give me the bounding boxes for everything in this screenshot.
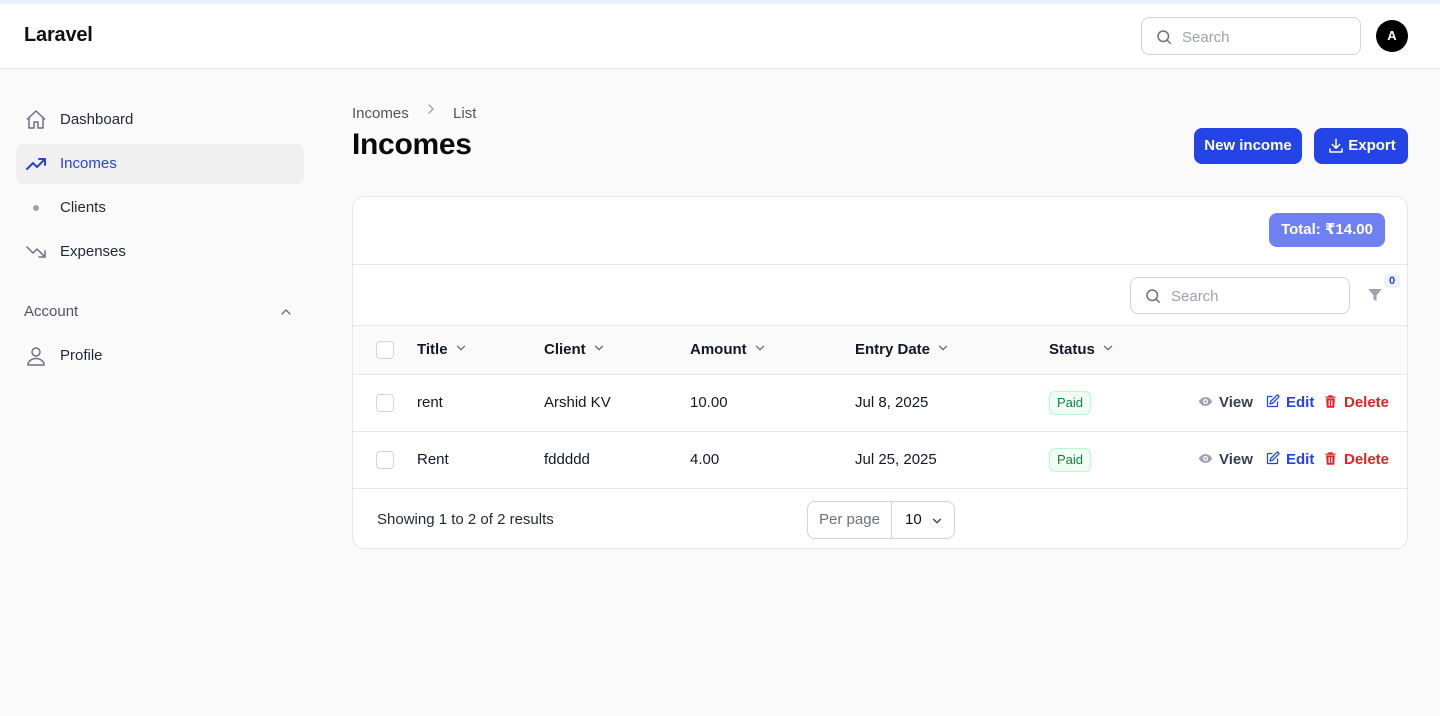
sidebar-item-label: Profile bbox=[60, 347, 103, 364]
incomes-table-card: Total: ₹14.00 0 Title Client Amount Entr… bbox=[352, 196, 1408, 549]
sidebar-item-expenses[interactable]: Expenses bbox=[16, 232, 304, 272]
edit-label: Edit bbox=[1286, 394, 1315, 411]
topbar: Laravel A bbox=[0, 4, 1440, 69]
per-page-label: Per page bbox=[808, 502, 892, 538]
row-checkbox[interactable] bbox=[376, 451, 394, 469]
trash-icon bbox=[1325, 452, 1336, 465]
chevron-down-icon bbox=[594, 345, 603, 351]
delete-label: Delete bbox=[1344, 394, 1390, 411]
chevron-right-icon bbox=[428, 104, 434, 114]
row-checkbox[interactable] bbox=[376, 394, 394, 412]
sidebar-group-label: Account bbox=[24, 303, 79, 320]
column-header-entry-date[interactable]: Entry Date bbox=[855, 341, 950, 358]
column-label: Client bbox=[544, 341, 586, 358]
sidebar-item-label: Clients bbox=[60, 199, 106, 216]
home-icon bbox=[26, 110, 46, 129]
download-icon bbox=[1329, 138, 1343, 153]
brand-logo[interactable]: Laravel bbox=[24, 24, 93, 47]
sidebar-item-dashboard[interactable]: Dashboard bbox=[16, 100, 304, 140]
column-header-client[interactable]: Client bbox=[544, 341, 606, 358]
sidebar: Dashboard Incomes Clients Expenses Accou… bbox=[16, 100, 304, 380]
delete-action[interactable]: Delete bbox=[1323, 451, 1389, 468]
trending-up-icon bbox=[26, 158, 46, 170]
delete-action[interactable]: Delete bbox=[1323, 394, 1389, 411]
view-action[interactable]: View bbox=[1198, 451, 1253, 468]
edit-icon bbox=[1266, 451, 1280, 465]
view-label: View bbox=[1219, 394, 1253, 411]
cell-title: rent bbox=[417, 394, 443, 411]
column-header-title[interactable]: Title bbox=[417, 341, 468, 358]
chevron-down-icon bbox=[1103, 345, 1112, 351]
export-button[interactable]: Export bbox=[1314, 128, 1408, 164]
summary-row: Total: ₹14.00 bbox=[353, 197, 1407, 265]
cell-amount: 10.00 bbox=[690, 394, 728, 411]
table-row: rent Arshid KV 10.00 Jul 8, 2025 Paid Vi… bbox=[353, 375, 1407, 432]
cell-title: Rent bbox=[417, 451, 449, 468]
select-all-checkbox[interactable] bbox=[376, 341, 394, 359]
column-header-amount[interactable]: Amount bbox=[690, 341, 767, 358]
sidebar-item-incomes[interactable]: Incomes bbox=[16, 144, 304, 184]
sidebar-item-profile[interactable]: Profile bbox=[16, 336, 304, 376]
chevron-up-icon[interactable] bbox=[278, 304, 294, 320]
column-label: Amount bbox=[690, 341, 747, 358]
per-page-select[interactable]: Per page 10 bbox=[807, 501, 955, 539]
results-summary: Showing 1 to 2 of 2 results bbox=[377, 511, 554, 528]
filter-icon[interactable] bbox=[1366, 286, 1384, 304]
delete-label: Delete bbox=[1344, 451, 1390, 468]
column-label: Status bbox=[1049, 341, 1095, 358]
view-label: View bbox=[1219, 451, 1253, 468]
cell-client: Arshid KV bbox=[544, 394, 611, 411]
export-button-label: Export bbox=[1348, 137, 1396, 154]
new-income-button[interactable]: New income bbox=[1194, 128, 1302, 164]
table-row: Rent fddddd 4.00 Jul 25, 2025 Paid View … bbox=[353, 432, 1407, 489]
dot-icon bbox=[33, 205, 39, 211]
breadcrumb-current: List bbox=[453, 104, 477, 122]
edit-action[interactable]: Edit bbox=[1265, 451, 1314, 468]
breadcrumb-link-incomes[interactable]: Incomes bbox=[352, 105, 409, 122]
view-action[interactable]: View bbox=[1198, 394, 1253, 411]
sidebar-group-account[interactable]: Account bbox=[16, 300, 304, 324]
search-icon bbox=[1157, 30, 1172, 45]
cell-client: fddddd bbox=[544, 451, 590, 468]
eye-icon bbox=[1198, 454, 1213, 463]
status-badge: Paid bbox=[1049, 391, 1092, 415]
edit-icon bbox=[1266, 394, 1280, 408]
table-search-input[interactable] bbox=[1171, 285, 1341, 307]
chevron-down-icon bbox=[456, 345, 465, 351]
user-icon bbox=[27, 347, 45, 366]
breadcrumb: Incomes List bbox=[352, 101, 476, 122]
sidebar-item-label: Dashboard bbox=[60, 111, 134, 128]
chevron-down-icon bbox=[755, 345, 764, 351]
status-badge: Paid bbox=[1049, 448, 1092, 472]
trash-icon bbox=[1325, 395, 1336, 408]
filter-count-badge: 0 bbox=[1384, 274, 1400, 288]
chevron-down-icon bbox=[938, 345, 948, 351]
edit-label: Edit bbox=[1286, 451, 1315, 468]
table-header: Title Client Amount Entry Date Status bbox=[353, 326, 1407, 375]
user-avatar[interactable]: A bbox=[1376, 20, 1408, 52]
sidebar-item-label: Incomes bbox=[60, 155, 117, 172]
column-label: Title bbox=[417, 341, 448, 358]
cell-amount: 4.00 bbox=[690, 451, 720, 468]
sidebar-item-label: Expenses bbox=[60, 243, 126, 260]
cell-entry-date: Jul 8, 2025 bbox=[855, 394, 929, 411]
column-header-status[interactable]: Status bbox=[1049, 341, 1115, 358]
eye-icon bbox=[1198, 397, 1213, 406]
table-toolbar: 0 bbox=[353, 265, 1407, 326]
edit-action[interactable]: Edit bbox=[1265, 394, 1314, 411]
global-search-input[interactable] bbox=[1182, 26, 1352, 48]
column-label: Entry Date bbox=[855, 341, 931, 358]
page-title: Incomes bbox=[352, 128, 472, 161]
trending-down-icon bbox=[26, 246, 46, 258]
table-search[interactable] bbox=[1130, 277, 1350, 314]
pagination-bar: Showing 1 to 2 of 2 results Per page 10 bbox=[353, 489, 1407, 548]
cell-entry-date: Jul 25, 2025 bbox=[855, 451, 937, 468]
per-page-value: 10 bbox=[905, 511, 922, 528]
chevron-down-icon bbox=[932, 518, 942, 524]
total-badge: Total: ₹14.00 bbox=[1269, 213, 1385, 247]
sidebar-item-clients[interactable]: Clients bbox=[16, 188, 304, 228]
search-icon bbox=[1146, 289, 1161, 304]
global-search[interactable] bbox=[1141, 17, 1361, 55]
